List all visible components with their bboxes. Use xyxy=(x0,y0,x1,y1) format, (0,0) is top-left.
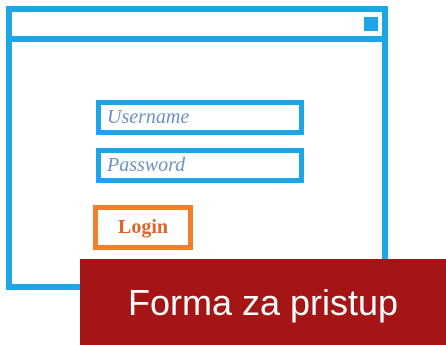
window-titlebar xyxy=(12,12,382,42)
password-input[interactable] xyxy=(96,148,304,183)
username-input[interactable] xyxy=(96,100,304,135)
caption-banner: Forma za pristup xyxy=(80,259,446,345)
maximize-icon[interactable] xyxy=(364,17,378,31)
login-button[interactable]: Login xyxy=(93,205,193,250)
caption-text: Forma za pristup xyxy=(127,282,399,323)
